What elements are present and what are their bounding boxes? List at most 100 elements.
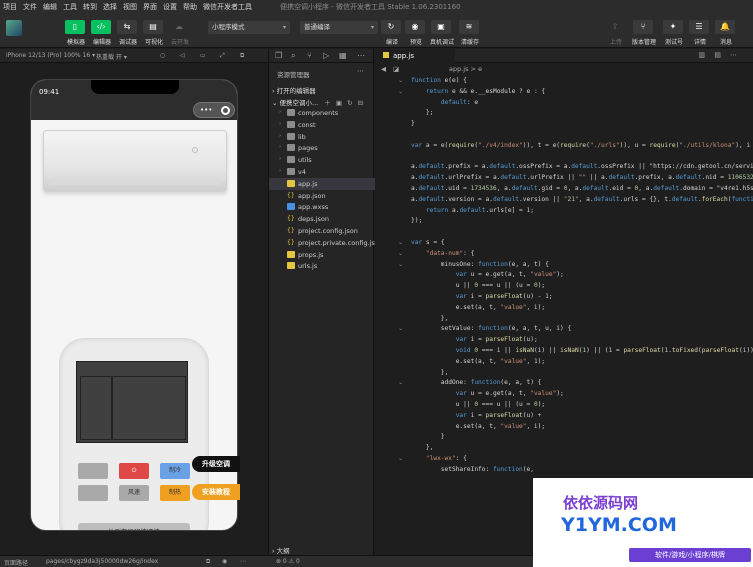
code-line[interactable] [411, 227, 753, 238]
page-path-label[interactable]: 页面路径 [4, 558, 28, 567]
version-button[interactable]: ⑂ 版本管理 [632, 20, 656, 46]
code-line[interactable]: u || 0 === u || (u = 0); [411, 400, 753, 411]
file-tree-item[interactable]: app.js [269, 177, 375, 190]
page-path-value[interactable]: pages/cbygz9da3j50000dw26g/index [46, 558, 158, 565]
volume-icon[interactable]: ◁ [180, 52, 185, 59]
code-line[interactable]: minusOne: function(e, a, t) { [411, 260, 753, 271]
eye-icon[interactable]: ◉ [222, 558, 227, 565]
menu-item[interactable]: 文件 [20, 2, 40, 12]
popout-icon[interactable]: ⧉ [240, 52, 244, 60]
new-folder-icon[interactable]: ▣ [336, 99, 342, 107]
avatar[interactable] [6, 20, 22, 36]
fold-marker[interactable]: ⌄ [375, 87, 407, 98]
fold-marker[interactable]: ⌄ [375, 238, 407, 249]
debug-icon[interactable]: ▷ [323, 51, 329, 60]
code-line[interactable]: return a.default.urls[e] = 1; [411, 206, 753, 217]
code-line[interactable]: var i = parseFloat(u) + [411, 411, 753, 422]
more-icon[interactable]: ⋯ [357, 51, 365, 60]
install-tutorial-button[interactable]: 安装教程 [192, 484, 240, 500]
code-line[interactable]: } [411, 432, 753, 443]
code-line[interactable]: a.default.version = a.default.version ||… [411, 195, 753, 206]
more-icon[interactable]: ⋯ [240, 558, 246, 565]
code-line[interactable]: }, [411, 443, 753, 454]
file-tree-item[interactable]: › v4 [269, 166, 375, 178]
menu-item[interactable]: 帮助 [180, 2, 200, 12]
code-line[interactable]: var a = e(require("./v4/index")), t = e(… [411, 141, 753, 152]
source-control-icon[interactable]: ⑂ [307, 51, 312, 60]
code-line[interactable]: var u = e.get(a, t, "value"); [411, 389, 753, 400]
fold-marker[interactable]: ⌄ [375, 76, 407, 87]
code-line[interactable]: a.default.urlPrefix = a.default.urlPrefi… [411, 173, 753, 184]
fold-marker[interactable]: ⌄ [375, 260, 407, 271]
expand-icon[interactable]: ⤢ [220, 52, 225, 60]
rotate-icon[interactable]: ▭ [200, 52, 206, 59]
record-icon[interactable]: ○ [160, 52, 165, 59]
close-circle-icon[interactable] [221, 106, 230, 115]
file-tree-item[interactable]: › components [269, 107, 375, 119]
code-line[interactable]: e.set(a, t, "value", i); [411, 303, 753, 314]
debugger-toggle-button[interactable]: ⇆ 调试器 [116, 20, 138, 46]
more-icon[interactable]: ••• [200, 106, 212, 114]
code-line[interactable]: }, [411, 314, 753, 325]
message-button[interactable]: 🔔 消息 [714, 20, 736, 46]
menu-item[interactable]: 编辑 [40, 2, 60, 12]
visual-button[interactable]: ▤ 可视化 [142, 20, 164, 46]
code-line[interactable]: var s = { [411, 238, 753, 249]
code-line[interactable]: setShareInfo: function(e, [411, 465, 753, 476]
code-line[interactable]: }; [411, 108, 753, 119]
cloud-button[interactable]: ☁ 云开发 [168, 20, 190, 46]
file-tree-item[interactable]: › utils [269, 154, 375, 166]
fold-marker[interactable]: ⌄ [375, 454, 407, 465]
copy-icon[interactable]: ⧉ [206, 558, 210, 566]
menu-item[interactable]: 项目 [0, 2, 20, 12]
real-debug-button[interactable]: ▣ 真机调试 [430, 20, 454, 46]
compile-button[interactable]: ↻ 编译 [380, 20, 402, 46]
fan-speed-button[interactable]: 风速 [119, 485, 149, 501]
device-select[interactable]: iPhone 12/13 (Pro) 100% 16 ▾ [6, 52, 95, 59]
menu-item[interactable]: 工具 [60, 2, 80, 12]
code-line[interactable]: addOne: function(e, a, t) { [411, 378, 753, 389]
code-line[interactable]: function e(e) { [411, 76, 753, 87]
layout-icon[interactable]: ▤ [714, 51, 721, 59]
problems-count[interactable]: ⊗ 0 ⚠ 0 [276, 558, 300, 565]
explorer-more-icon[interactable]: ⋯ [357, 67, 364, 75]
fold-marker[interactable]: ⌄ [375, 249, 407, 260]
power-button[interactable]: ⏻ [119, 463, 149, 479]
test-account-button[interactable]: ✦ 测试号 [662, 20, 684, 46]
code-line[interactable]: }); [411, 216, 753, 227]
miniprogram-capsule[interactable]: ••• [193, 102, 235, 118]
outline-section[interactable]: › 大纲 [272, 545, 290, 555]
code-line[interactable]: }, [411, 368, 753, 379]
mode-select[interactable]: 小程序模式 ▾ [208, 21, 290, 34]
code-line[interactable]: var i = parseFloat(u) - 1; [411, 292, 753, 303]
files-icon[interactable]: ❐ [275, 51, 282, 60]
code-line[interactable]: void 0 === i || isNaN(i) || isNaN(1) || … [411, 346, 753, 357]
code-line[interactable]: a.default.prefix = a.default.ossPrefix =… [411, 162, 753, 173]
menu-item[interactable]: 设置 [160, 2, 180, 12]
code-line[interactable]: u || 0 === u || (u = 0); [411, 281, 753, 292]
code-line[interactable]: var u = e.get(a, t, "value"); [411, 270, 753, 281]
code-line[interactable]: e.set(a, t, "value", i); [411, 422, 753, 433]
code-line[interactable] [411, 130, 753, 141]
code-line[interactable]: "lwx-wx": { [411, 454, 753, 465]
search-icon[interactable]: ⌕ [291, 51, 295, 61]
back-icon[interactable]: ◀ [381, 63, 386, 76]
upload-button[interactable]: ⇧ 上传 [604, 20, 626, 46]
code-line[interactable] [411, 152, 753, 163]
project-section[interactable]: ⌄ 便携空调小... ＋ ▣ ↻ ⊟ [272, 97, 363, 107]
clear-cache-button[interactable]: ≋ 清缓存 [458, 20, 480, 46]
file-tree-item[interactable]: › const [269, 119, 375, 131]
tab-app-js[interactable]: app.js [375, 49, 455, 63]
remote-button-blank[interactable] [78, 463, 108, 479]
code-line[interactable]: e.set(a, t, "value", 1); [411, 357, 753, 368]
file-tree-item[interactable]: {} project.config.json [269, 225, 375, 237]
fold-marker[interactable]: ⌄ [375, 378, 407, 389]
code-area[interactable]: function e(e) { return e && e.__esModule… [411, 76, 753, 475]
extensions-icon[interactable]: ▦ [339, 51, 347, 60]
open-editors-section[interactable]: › 打开的编辑器 [272, 85, 316, 95]
file-tree-item[interactable]: app.wxss [269, 201, 375, 213]
code-line[interactable]: } [411, 119, 753, 130]
more-icon[interactable]: ⋯ [730, 51, 737, 59]
menu-item[interactable]: 选择 [100, 2, 120, 12]
code-line[interactable]: setValue: function(e, a, t, u, i) { [411, 324, 753, 335]
